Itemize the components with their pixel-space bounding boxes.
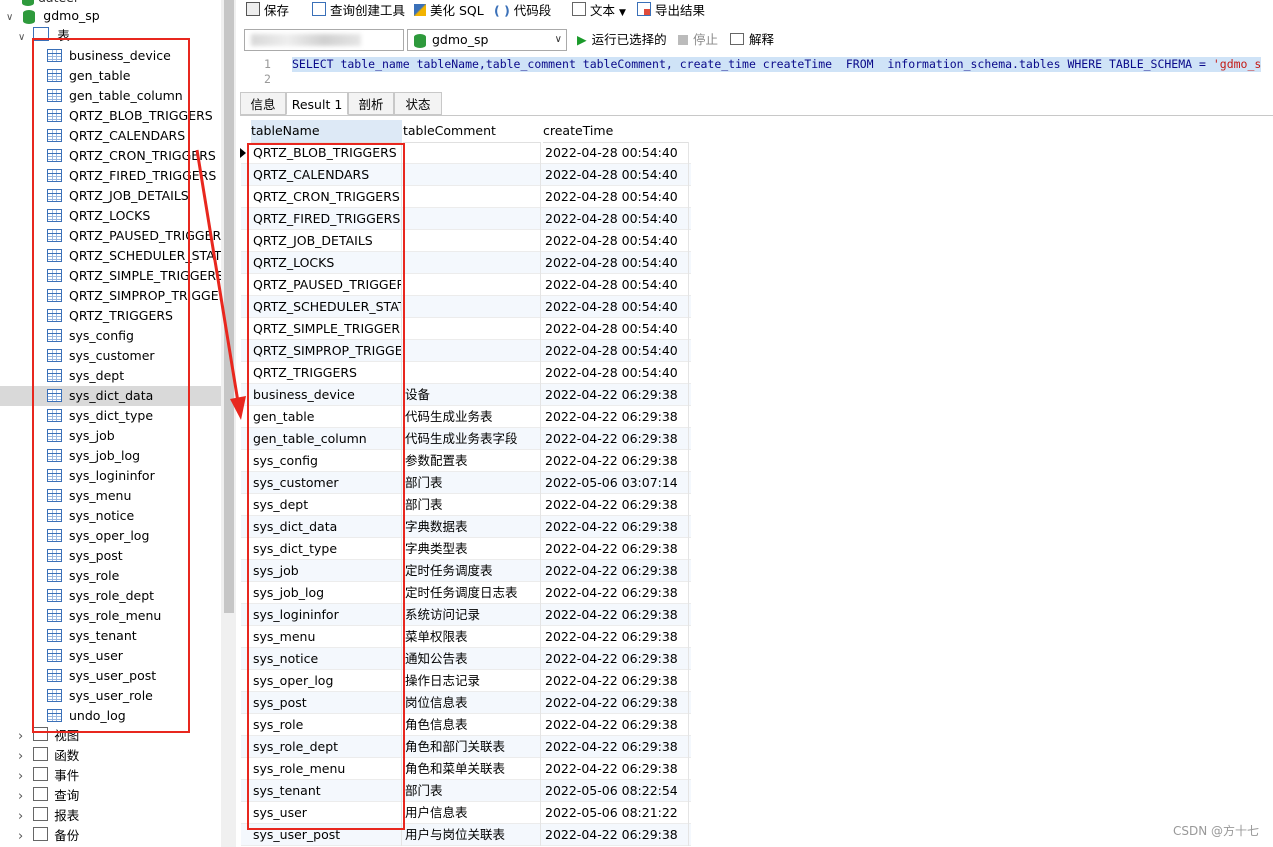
annotation-arrow-head (230, 396, 246, 420)
annotation-arrow (195, 149, 246, 420)
annotation-arrow-line (195, 149, 240, 403)
watermark: CSDN @方十七 (1172, 824, 1259, 838)
